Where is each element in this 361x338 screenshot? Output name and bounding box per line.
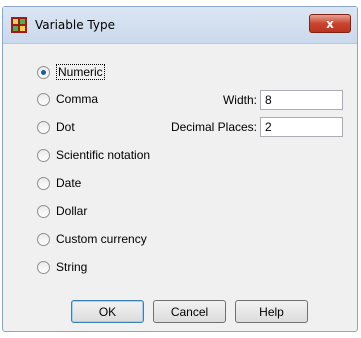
radio-button-icon[interactable] (37, 260, 50, 274)
width-input[interactable] (260, 90, 343, 110)
ok-button[interactable]: OK (71, 300, 144, 323)
radio-string[interactable]: String (37, 258, 87, 276)
width-label: Width: (222, 93, 257, 107)
radio-label-string: String (56, 260, 88, 274)
radio-dollar[interactable]: Dollar (37, 202, 87, 220)
radio-label-numeric: Numeric (56, 64, 105, 80)
radio-button-icon[interactable] (37, 148, 50, 162)
radio-custom-currency[interactable]: Custom currency (37, 230, 147, 248)
radio-button-icon[interactable] (37, 232, 50, 246)
radio-button-icon[interactable] (37, 92, 50, 106)
dialog-title: Variable Type (35, 18, 115, 32)
radio-label-scientific: Scientific notation (56, 148, 151, 162)
title-bar[interactable]: Variable Type x (3, 7, 357, 44)
close-icon: x (326, 16, 334, 31)
radio-date[interactable]: Date (37, 174, 81, 192)
spss-app-icon (11, 17, 27, 33)
decimal-places-label: Decimal Places: (170, 120, 257, 134)
radio-label-date: Date (56, 176, 82, 190)
decimal-places-input[interactable] (260, 117, 343, 137)
radio-button-icon[interactable] (37, 176, 50, 190)
radio-label-comma: Comma (56, 92, 99, 106)
close-button[interactable]: x (309, 14, 351, 33)
radio-button-icon[interactable] (37, 65, 50, 79)
variable-type-dialog: Variable Type x Numeric Comma Dot Scient… (2, 6, 358, 332)
radio-label-dollar: Dollar (56, 204, 88, 218)
radio-scientific[interactable]: Scientific notation (37, 146, 150, 164)
radio-dot[interactable]: Dot (37, 118, 75, 136)
help-button[interactable]: Help (235, 300, 308, 323)
radio-label-dot: Dot (56, 120, 75, 134)
radio-comma[interactable]: Comma (37, 90, 98, 108)
cancel-button[interactable]: Cancel (153, 300, 226, 323)
radio-label-custom-currency: Custom currency (56, 232, 147, 246)
radio-button-icon[interactable] (37, 120, 50, 134)
radio-button-icon[interactable] (37, 204, 50, 218)
radio-numeric[interactable]: Numeric (37, 63, 105, 81)
